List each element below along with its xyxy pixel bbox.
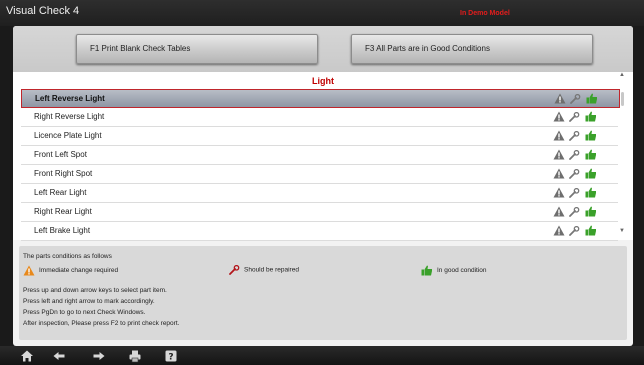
part-label: Left Rear Light	[34, 188, 87, 197]
legend-immediate-label: Immediate change required	[39, 267, 119, 275]
list-scrollbar[interactable]: ▲ ▼	[619, 72, 627, 240]
help-icon[interactable]: ?	[164, 349, 178, 363]
thumbs-up-icon	[421, 265, 432, 276]
part-label: Right Reverse Light	[34, 112, 105, 121]
warning-icon[interactable]	[553, 206, 565, 219]
part-label: Front Right Spot	[34, 169, 93, 178]
scroll-thumb[interactable]	[621, 92, 624, 106]
wrench-icon	[229, 264, 240, 275]
part-row-front-left-spot[interactable]: Front Left Spot	[21, 146, 618, 165]
part-label: Front Left Spot	[34, 150, 87, 159]
parts-list: Light Left Reverse Light Right Reverse L…	[13, 72, 633, 241]
svg-text:?: ?	[168, 353, 173, 363]
row-actions	[553, 206, 603, 218]
part-label: Right Rear Light	[34, 207, 92, 216]
thumbs-up-icon[interactable]	[585, 130, 597, 143]
legend-repair-label: Should be repaired	[244, 266, 299, 274]
wrench-icon[interactable]	[569, 225, 580, 238]
legend-immediate: Immediate change required	[23, 265, 118, 276]
legend-heading: The parts conditions as follows	[23, 253, 112, 260]
warning-icon[interactable]	[554, 93, 566, 106]
wrench-icon[interactable]	[569, 168, 580, 181]
part-label: Left Reverse Light	[35, 94, 105, 103]
warning-icon	[23, 265, 35, 276]
print-blank-tables-button[interactable]: F1 Print Blank Check Tables	[76, 34, 318, 64]
warning-icon[interactable]	[553, 168, 565, 181]
part-row-front-right-spot[interactable]: Front Right Spot	[21, 165, 618, 184]
warning-icon[interactable]	[553, 149, 565, 162]
scroll-down-arrow-icon[interactable]: ▼	[619, 228, 625, 234]
thumbs-up-icon[interactable]	[585, 225, 597, 238]
scroll-up-arrow-icon[interactable]: ▲	[619, 72, 625, 78]
section-title: Light	[312, 76, 334, 86]
part-row-right-rear-light[interactable]: Right Rear Light	[21, 203, 618, 222]
thumbs-up-icon[interactable]	[586, 93, 598, 106]
print-icon[interactable]	[128, 349, 142, 363]
part-row-left-brake-light[interactable]: Left Brake Light	[21, 222, 618, 241]
instruction-line: After inspection, Please press F2 to pri…	[23, 320, 180, 327]
wrench-icon[interactable]	[569, 187, 580, 200]
row-actions	[554, 93, 604, 105]
thumbs-up-icon[interactable]	[585, 111, 597, 124]
window-title: Visual Check 4	[6, 5, 80, 17]
thumbs-up-icon[interactable]	[585, 149, 597, 162]
instruction-line: Press left and right arrow to mark accor…	[23, 298, 155, 305]
wrench-icon[interactable]	[569, 206, 580, 219]
thumbs-up-icon[interactable]	[585, 206, 597, 219]
demo-mode-notice: In Demo Model	[460, 10, 510, 17]
warning-icon[interactable]	[553, 130, 565, 143]
row-actions	[553, 225, 603, 237]
instruction-line: Press PgDn to go to next Check Windows.	[23, 309, 146, 316]
legend-good-label: In good condition	[437, 267, 487, 275]
warning-icon[interactable]	[553, 225, 565, 238]
part-row-right-reverse-light[interactable]: Right Reverse Light	[21, 108, 618, 127]
back-arrow-icon[interactable]	[52, 349, 66, 363]
forward-arrow-icon[interactable]	[92, 349, 106, 363]
warning-icon[interactable]	[553, 111, 565, 124]
main-panel: F1 Print Blank Check Tables F3 All Parts…	[13, 26, 633, 346]
thumbs-up-icon[interactable]	[585, 187, 597, 200]
all-parts-good-button[interactable]: F3 All Parts are in Good Conditions	[351, 34, 593, 64]
wrench-icon[interactable]	[569, 111, 580, 124]
part-label: Left Brake Light	[34, 226, 91, 235]
row-actions	[553, 111, 603, 123]
legend-good: In good condition	[421, 265, 487, 276]
function-key-bar: F1 Print Blank Check Tables F3 All Parts…	[13, 26, 633, 72]
row-actions	[553, 130, 603, 142]
row-actions	[553, 149, 603, 161]
title-bar: Visual Check 4 In Demo Model	[0, 0, 644, 26]
bottom-toolbar: ?	[0, 346, 644, 365]
part-row-licence-plate-light[interactable]: Licence Plate Light	[21, 127, 618, 146]
instruction-line: Press up and down arrow keys to select p…	[23, 287, 167, 294]
legend-repair: Should be repaired	[229, 264, 299, 275]
part-row-left-rear-light[interactable]: Left Rear Light	[21, 184, 618, 203]
wrench-icon[interactable]	[569, 149, 580, 162]
part-row-left-reverse-light[interactable]: Left Reverse Light	[21, 89, 620, 108]
row-actions	[553, 168, 603, 180]
part-label: Licence Plate Light	[34, 131, 102, 140]
wrench-icon[interactable]	[570, 93, 581, 106]
row-actions	[553, 187, 603, 199]
home-icon[interactable]	[20, 349, 34, 363]
legend-panel: The parts conditions as follows Immediat…	[19, 246, 627, 340]
warning-icon[interactable]	[553, 187, 565, 200]
thumbs-up-icon[interactable]	[585, 168, 597, 181]
wrench-icon[interactable]	[569, 130, 580, 143]
